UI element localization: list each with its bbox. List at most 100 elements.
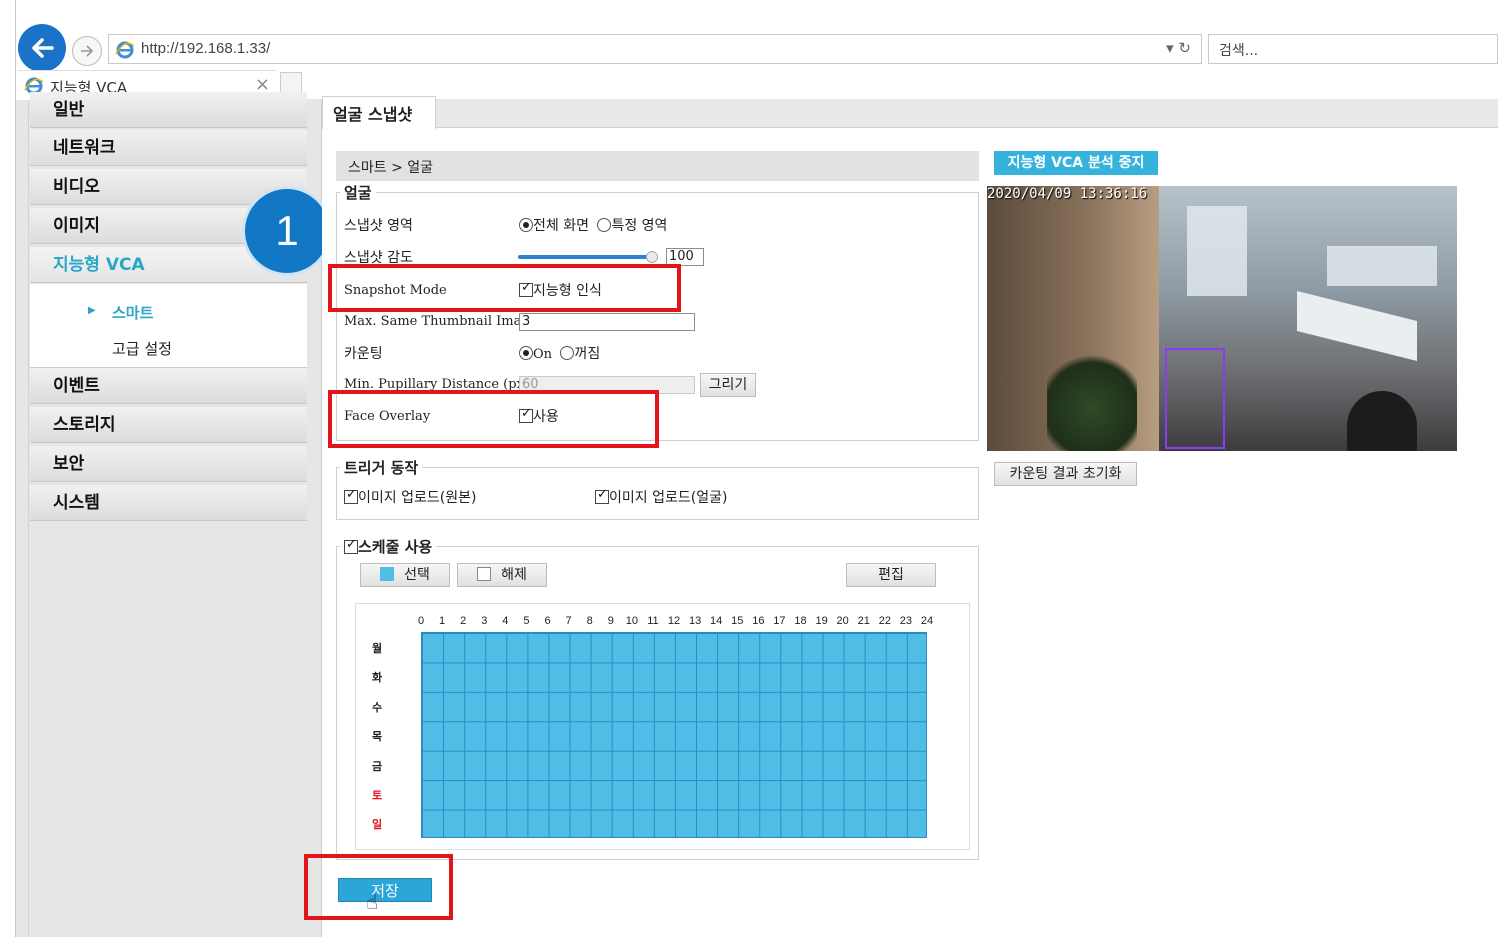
- search-input[interactable]: 검색...: [1208, 34, 1498, 64]
- schedule-hour-label: 9: [607, 615, 614, 627]
- clear-swatch-icon: [477, 567, 492, 581]
- search-placeholder: 검색...: [1219, 43, 1259, 59]
- highlight-save: [304, 854, 453, 920]
- sidebar-item-general[interactable]: 일반: [30, 92, 307, 128]
- schedule-select-label: 선택: [404, 567, 430, 583]
- schedule-day-label: 목: [372, 730, 383, 744]
- arrow-right-icon: [81, 45, 94, 57]
- schedule-hour-label: 10: [625, 615, 638, 627]
- trigger-legend: 트리거 동작: [340, 457, 423, 478]
- max-thumb-label: Max. Same Thumbnail Images: [344, 314, 545, 329]
- schedule-hour-label: 21: [857, 615, 870, 627]
- snapshot-area-radios: 전체 화면 특정 영역: [519, 215, 667, 235]
- breadcrumb: 스마트 > 얼굴: [336, 151, 979, 181]
- sensitivity-slider-handle[interactable]: [646, 251, 658, 263]
- schedule-hour-label: 7: [565, 615, 572, 627]
- schedule-clear-label: 해제: [501, 567, 527, 583]
- refresh-icon[interactable]: ▾ ↻: [1166, 39, 1191, 57]
- schedule-hour-label: 19: [815, 615, 828, 627]
- schedule-hour-label: 11: [647, 615, 659, 627]
- step-number-badge: 1: [242, 186, 332, 276]
- content-tabstrip: [322, 100, 1498, 128]
- schedule-hour-label: 17: [773, 615, 786, 627]
- schedule-hour-label: 3: [481, 615, 488, 627]
- schedule-hour-label: 6: [544, 615, 551, 627]
- radio-fullscreen[interactable]: [519, 218, 533, 232]
- schedule-hour-label: 22: [878, 615, 891, 627]
- counting-label: 카운팅: [344, 346, 383, 362]
- schedule-hour-label: 13: [688, 615, 702, 627]
- schedule-hour-label: 14: [710, 615, 723, 627]
- radio-counting-on-label: On: [533, 347, 553, 362]
- plant: [1047, 346, 1137, 451]
- draw-button[interactable]: 그리기: [700, 373, 756, 397]
- select-swatch-icon: [380, 567, 395, 581]
- radio-fullscreen-label: 전체 화면: [533, 218, 589, 234]
- trigger-face-label: 이미지 업로드(얼굴): [609, 490, 728, 506]
- sidebar-subitem-smart[interactable]: 스마트: [112, 302, 153, 323]
- sidebar-item-storage[interactable]: 스토리지: [30, 407, 307, 443]
- schedule-day-label: 일: [372, 818, 383, 832]
- tab-bar: [306, 70, 1498, 100]
- schedule-hour-label: 8: [586, 615, 593, 627]
- schedule-hour-label: 18: [794, 615, 807, 627]
- schedule-legend-wrap: 스케줄 사용: [340, 536, 437, 557]
- trigger-face-control: 이미지 업로드(얼굴): [595, 487, 727, 507]
- schedule-hour-label: 15: [731, 615, 744, 627]
- schedule-hour-label: 23: [899, 615, 913, 627]
- back-button[interactable]: [18, 24, 66, 72]
- schedule-grid[interactable]: [421, 632, 927, 838]
- highlight-snapshot-mode: [328, 264, 681, 312]
- sensitivity-slider[interactable]: [518, 255, 658, 259]
- sidebar-item-event[interactable]: 이벤트: [30, 368, 307, 404]
- video-preview: 2020/04/09 13:36:16: [987, 186, 1457, 451]
- trigger-original-checkbox[interactable]: [344, 487, 358, 504]
- schedule-hour-label: 5: [523, 615, 530, 627]
- schedule-day-label: 화: [372, 671, 383, 685]
- ie-icon: [115, 41, 135, 59]
- highlight-face-overlay: [328, 390, 659, 448]
- radio-specific-area-label: 특정 영역: [611, 218, 668, 234]
- snapshot-area-label: 스냅샷 영역: [344, 218, 413, 234]
- radio-counting-off-label: 꺼짐: [574, 346, 601, 362]
- reset-counting-button[interactable]: 카운팅 결과 초기화: [994, 462, 1137, 486]
- schedule-hour-label: 12: [667, 615, 681, 627]
- radio-counting-on[interactable]: [519, 346, 533, 360]
- hand-cursor-icon: ☝: [366, 890, 379, 914]
- schedule-day-label: 금: [372, 759, 383, 773]
- schedule-day-label: 토: [372, 789, 383, 802]
- schedule-clear-button[interactable]: 해제: [457, 563, 547, 587]
- address-bar[interactable]: http://192.168.1.33/ ▾ ↻: [108, 34, 1202, 64]
- radio-counting-off[interactable]: [560, 346, 575, 360]
- trigger-original-label: 이미지 업로드(원본): [358, 490, 477, 506]
- max-thumb-input[interactable]: 3: [519, 313, 695, 331]
- sidebar-item-system[interactable]: 시스템: [30, 485, 307, 521]
- sidebar-subitem-advanced[interactable]: 고급 설정: [112, 338, 172, 359]
- schedule-hour-label: 24: [920, 615, 934, 627]
- tab-face-snapshot[interactable]: 얼굴 스냅샷: [322, 96, 436, 129]
- schedule-hour-label: 16: [752, 615, 765, 627]
- schedule-hour-label: 4: [502, 615, 509, 627]
- schedule-edit-button[interactable]: 편집: [846, 563, 936, 587]
- trigger-original-control: 이미지 업로드(원본): [344, 487, 476, 507]
- schedule-day-label: 수: [372, 700, 383, 714]
- radio-specific-area[interactable]: [597, 218, 612, 232]
- schedule-hour-label: 2: [460, 615, 467, 627]
- sidebar-item-network[interactable]: 네트워크: [30, 130, 307, 166]
- schedule-checkbox[interactable]: [344, 537, 358, 554]
- arrow-left-icon: [32, 38, 54, 58]
- schedule-select-button[interactable]: 선택: [360, 563, 450, 587]
- schedule-hour-label: 20: [836, 615, 849, 627]
- sidebar-item-security[interactable]: 보안: [30, 446, 307, 482]
- detection-box: [1165, 348, 1225, 449]
- trigger-face-checkbox[interactable]: [595, 487, 609, 504]
- stop-vca-button[interactable]: 지능형 VCA 분석 중지: [994, 151, 1158, 175]
- url-text[interactable]: http://192.168.1.33/: [141, 40, 270, 57]
- schedule-day-label: 월: [372, 642, 383, 655]
- counting-radios: On 꺼짐: [519, 343, 600, 363]
- schedule-hour-label: 0: [417, 615, 425, 627]
- forward-button[interactable]: [72, 36, 102, 66]
- schedule-legend: 스케줄 사용: [358, 538, 433, 556]
- triangle-right-icon: ▶: [88, 305, 96, 316]
- face-legend: 얼굴: [340, 182, 376, 203]
